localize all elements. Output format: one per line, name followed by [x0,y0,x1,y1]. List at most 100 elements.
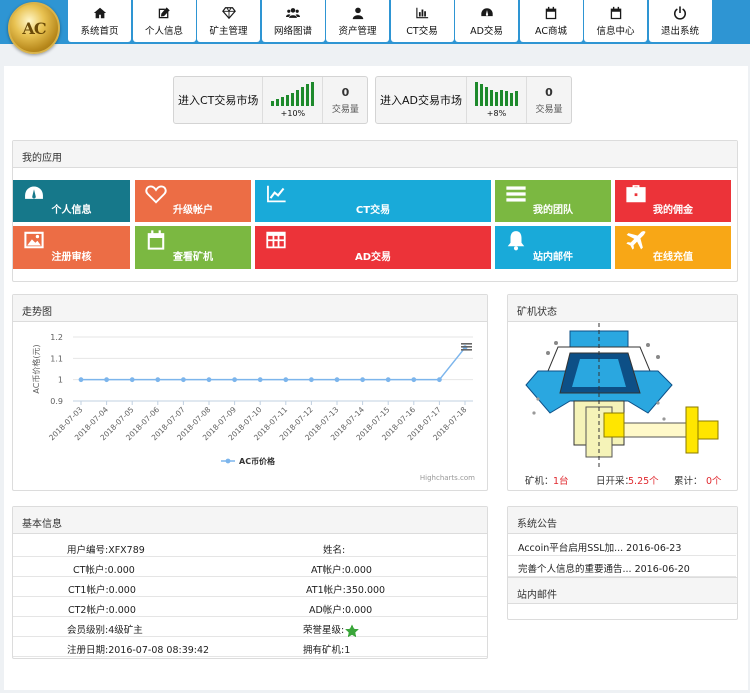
data-point[interactable] [360,377,365,383]
site-logo[interactable]: AC [8,2,60,54]
daily-mining-value: 5.25个 [628,476,659,487]
info-cell-left: 会员级别:4级矿主 [67,625,143,636]
dashboard-icon [480,6,494,20]
menu-bar [461,349,472,351]
nav-item-8[interactable]: 信息中心 [584,0,647,42]
sparkline-bar [291,93,295,106]
info-cell-left: CT1帐户:0.000 [68,585,136,596]
sparkline-bar [500,90,503,106]
data-point[interactable] [334,377,340,383]
data-point[interactable] [78,377,84,383]
app-tile-1[interactable]: 升级帐户 [135,180,251,222]
sparkline-bar [505,91,508,106]
chart-menu-icon[interactable] [461,343,472,351]
data-point[interactable] [257,377,263,383]
info-cell-left: 用户编号:XFX789 [67,545,145,556]
ct-market-sparkline: +10% [263,77,324,123]
home-icon [93,6,107,20]
app-tile-3[interactable]: 我的团队 [495,180,611,222]
info-cell-left: CT2帐户:0.000 [68,605,136,616]
sparkline-bar [276,99,280,106]
sparkline-bar [490,90,493,106]
app-tile-8[interactable]: 站内邮件 [495,226,611,269]
data-point[interactable] [232,377,238,383]
sparkline-bar [515,91,518,106]
nav-item-9[interactable]: 退出系统 [648,0,712,42]
app-tile-label: 查看矿机 [173,252,213,263]
data-point[interactable] [181,377,186,383]
data-point[interactable] [309,377,314,383]
nav-item-4[interactable]: 资产管理 [326,0,389,42]
ad-market-link[interactable]: 进入AD交易市场 [376,77,467,123]
info-cell-right: AT1帐户:350.000 [306,585,386,596]
nav-item-1[interactable]: 个人信息 [132,0,196,42]
nav-item-6[interactable]: AD交易 [455,0,518,42]
data-point[interactable] [385,377,391,383]
app-tile-5[interactable]: 注册审核 [13,226,130,269]
app-tile-7[interactable]: AD交易 [255,226,491,269]
legend-label: AC币价格 [239,456,276,466]
sparkline-bar [311,82,315,106]
trend-line-chart: 1.21.110.9AC币价格(元)2018-07-032018-07-0420… [31,333,475,482]
data-point[interactable] [104,377,109,383]
notice-item[interactable]: Accoin平台启用SSL加... 2016-06-23 [508,535,736,556]
ct-volume-label: 交易量 [331,104,359,115]
my-apps-title: 我的应用 [13,141,737,168]
nav-item-5[interactable]: CT交易 [390,0,454,42]
ct-market-link[interactable]: 进入CT交易市场 [174,77,264,123]
app-tile-6[interactable]: 查看矿机 [135,226,251,269]
ad-market-widget[interactable]: 进入AD交易市场 +8% 0 交易量 [375,76,572,124]
data-point[interactable] [283,377,289,383]
nav-item-3[interactable]: 网络图谱 [261,0,325,42]
top-navigation-bar: AC 系统首页 个人信息 矿主管理 网络图谱 资产管理 CT交易 AD交易 AC商城 信息中心 退… [0,0,750,54]
nav-item-7[interactable]: AC商城 [519,0,583,42]
chart-credit[interactable]: Highcharts.com [420,474,475,482]
app-tile-2[interactable]: CT交易 [255,180,491,222]
info-cell-right: 拥有矿机:1 [303,645,351,656]
data-point[interactable] [129,377,135,383]
nav-item-label: 退出系统 [660,25,699,37]
calendar-icon [544,6,558,20]
sparkline-bar [296,90,300,106]
ad-market-change: +8% [486,109,507,118]
ad-market-volume: 0 交易量 [527,77,571,123]
sparkline-bar [495,92,498,106]
nav-item-label: AC商城 [535,25,567,37]
main-content: 进入CT交易市场 +10% 0 交易量 进入AD交易市场 +8% 0 交易量 我… [4,66,748,690]
machine-status-panel: 矿机状态 矿机： 1台 日开采： 5.25个 累计： 0个 [507,294,738,491]
data-point[interactable] [206,377,212,383]
app-tile-label: 站内邮件 [533,252,573,263]
nav-item-0[interactable]: 系统首页 [68,0,131,42]
legend-item[interactable]: AC币价格 [221,456,276,466]
nav-item-label: 系统首页 [80,25,119,37]
basic-info-title: 基本信息 [13,507,487,534]
app-tile-9[interactable]: 在线充值 [615,226,731,269]
sparkline-bar [475,82,478,106]
app-tile-0[interactable]: 个人信息 [13,180,130,222]
app-tile-label: AD交易 [354,252,392,263]
site-mail-title[interactable]: 站内邮件 [508,577,737,604]
ct-volume-value: 0 [341,85,350,99]
nav-item-label: CT交易 [406,25,438,37]
cone-crusher-illustration [508,323,737,468]
app-tile-label: 注册审核 [51,252,92,263]
data-point[interactable] [411,377,417,383]
nav-item-label: 信息中心 [596,25,635,37]
app-tile-4[interactable]: 我的佣金 [615,180,731,222]
sparkline-bar [301,87,305,106]
data-point[interactable] [155,377,161,383]
info-row: CT2帐户:0.000 AD帐户:0.000 [13,597,487,617]
info-row: 注册日期:2016-07-08 08:39:42 拥有矿机:1 [13,637,487,657]
app-tile-label: 我的团队 [533,205,573,216]
nav-item-label: 矿主管理 [209,25,248,37]
nav-item-2[interactable]: 矿主管理 [197,0,260,42]
bar-chart-icon [415,6,429,20]
app-tile-label: 我的佣金 [653,205,693,216]
ct-market-widget[interactable]: 进入CT交易市场 +10% 0 交易量 [173,76,369,124]
sparkline-bar [485,87,488,106]
sparkline-bar [271,101,275,106]
trend-chart-title: 走势图 [13,295,487,322]
data-point[interactable] [437,377,442,383]
trend-chart-panel: 走势图 1.2 1.1 1 0.9 AC币价格(元) 2018-07-03 2018-07-… [12,294,488,491]
notice-item[interactable]: 完善个人信息的重要通告... 2016-06-20 [508,556,736,577]
